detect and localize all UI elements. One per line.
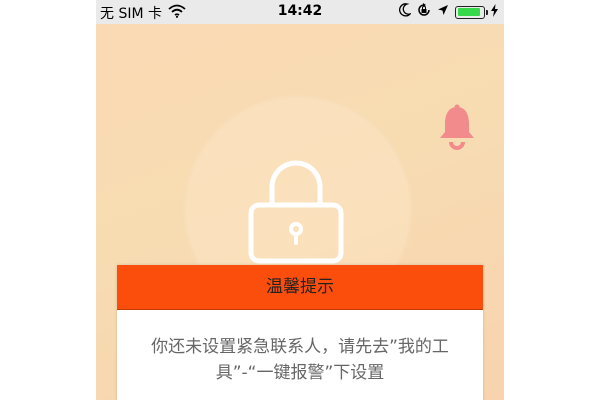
battery-tip	[486, 9, 488, 15]
rotation-lock-icon	[417, 3, 431, 21]
moon-icon	[399, 3, 413, 21]
alert-dialog: 温馨提示 你还未设置紧急联系人，请先去”我的工具”-“一键报警”下设置	[117, 265, 483, 400]
bell-icon[interactable]	[437, 104, 477, 154]
status-bar-right	[399, 3, 498, 21]
dialog-message: 你还未设置紧急联系人，请先去”我的工具”-“一键报警”下设置	[151, 337, 449, 383]
charging-icon	[491, 3, 498, 21]
battery-icon	[455, 5, 488, 19]
phone-screen: 无 SIM 卡 14:42 温馨提示 你还未设置紧急联系人，请先去”我的工具”-…	[96, 0, 504, 400]
dialog-header: 温馨提示	[117, 265, 483, 310]
status-bar: 无 SIM 卡 14:42	[96, 0, 504, 24]
dialog-body: 你还未设置紧急联系人，请先去”我的工具”-“一键报警”下设置	[117, 310, 483, 386]
dialog-title: 温馨提示	[266, 277, 334, 297]
battery-fill	[457, 8, 481, 16]
location-arrow-icon	[437, 4, 449, 20]
lock-icon[interactable]	[246, 157, 346, 271]
